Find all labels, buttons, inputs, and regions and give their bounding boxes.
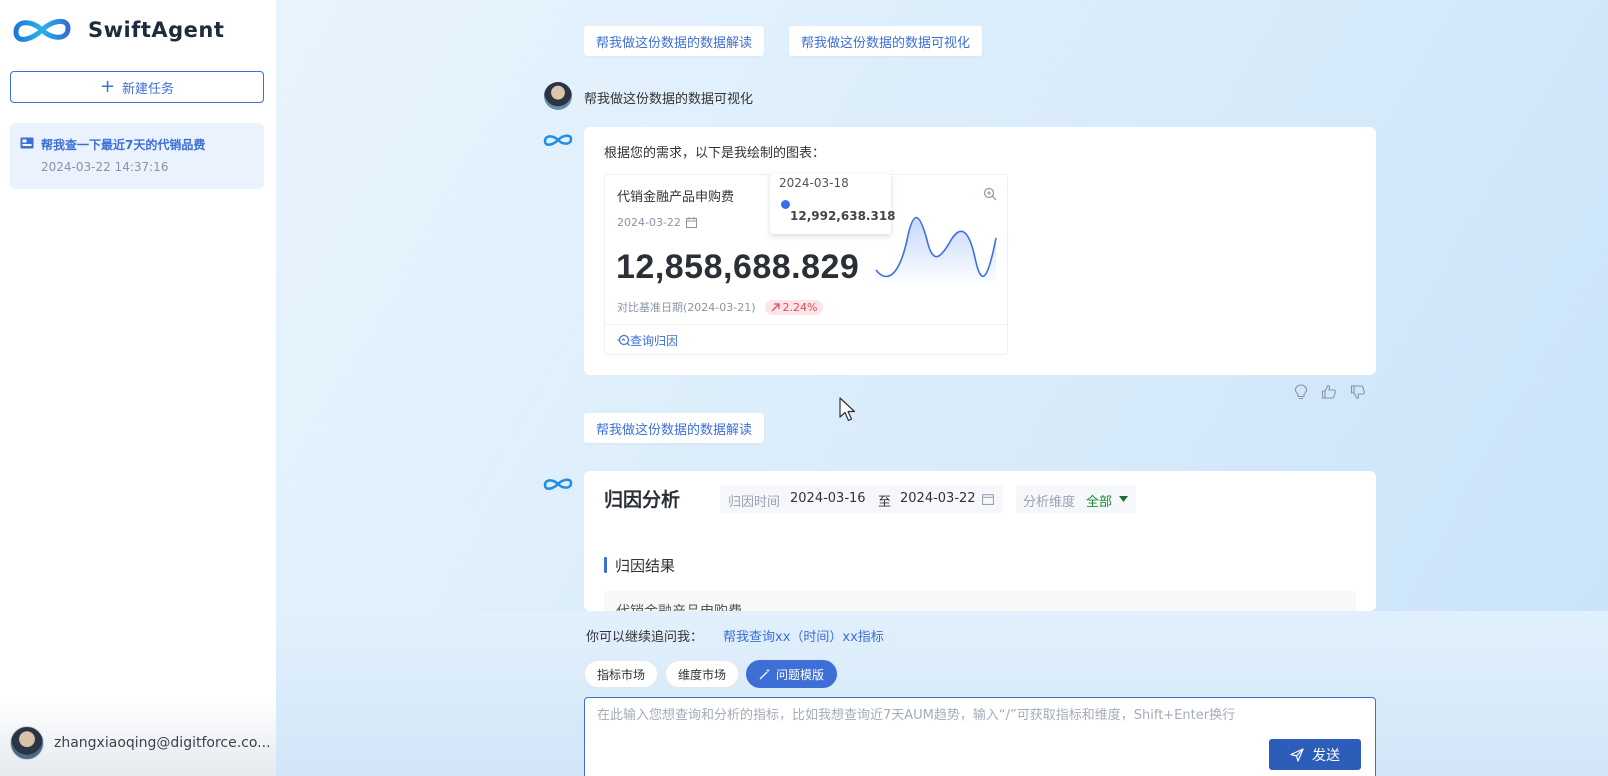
suggestion-chip-visualize[interactable]: 帮我做这份数据的数据可视化: [789, 26, 983, 56]
end-date: 2024-03-22: [900, 491, 976, 506]
thumbs-down-icon[interactable]: [1350, 384, 1366, 404]
calendar-icon: [685, 217, 697, 228]
metric-card: 代销金融产品申购费 2024-03-22 12,858,688.829 对比基准…: [604, 174, 1008, 355]
time-label: 归因时间: [728, 495, 781, 510]
attribution-card: 归因分析 归因时间 2024-03-16 至 2024-03-22 分析维度 全…: [584, 471, 1376, 611]
query-attribution-label: 查询归因: [630, 334, 679, 348]
tooltip-value: 12,992,638.318: [790, 209, 896, 223]
user-avatar: [544, 82, 572, 110]
send-icon: [1290, 747, 1304, 762]
feedback-actions: [1294, 384, 1366, 404]
caret-down-icon: [1119, 496, 1128, 502]
brand-name: SwiftAgent: [88, 18, 225, 42]
suggestion-chip-interpret[interactable]: 帮我做这份数据的数据解读: [584, 26, 765, 56]
avatar: [10, 726, 44, 760]
tooltip-marker: [781, 200, 790, 209]
suggestion-label: 帮我做这份数据的数据可视化: [801, 35, 971, 51]
change-badge: 2.24%: [764, 299, 824, 315]
followup-suggestion[interactable]: 帮我查询xx（时间）xx指标: [723, 626, 884, 645]
compare-label: 对比基准日期(2024-03-21): [617, 301, 756, 314]
date-range-picker[interactable]: 归因时间 2024-03-16 至 2024-03-22: [720, 485, 1003, 513]
attribution-title: 归因分析: [604, 489, 681, 511]
calendar-icon: [982, 494, 994, 505]
to-label: 至: [878, 495, 892, 510]
zoom-in-icon[interactable]: [983, 187, 997, 201]
suggestion-label: 帮我做这份数据的数据解读: [596, 35, 753, 51]
arrow-up-right-icon: [771, 302, 780, 311]
bot-logo-icon: [543, 478, 573, 490]
query-attribution-link[interactable]: 查询归因: [617, 332, 678, 349]
history-item-time: 2024-03-22 14:37:16: [41, 160, 169, 174]
metric-market-button[interactable]: 指标市场: [584, 660, 659, 688]
query-input[interactable]: [585, 698, 1375, 776]
new-task-button[interactable]: + 新建任务: [10, 71, 264, 103]
metric-value: 12,858,688.829: [616, 248, 860, 286]
user-profile[interactable]: zhangxiaoqing@digitforce.co...: [10, 726, 271, 760]
metric-compare: 对比基准日期(2024-03-21) 2.24%: [617, 299, 824, 315]
dimension-value: 全部: [1086, 495, 1113, 510]
metric-date[interactable]: 2024-03-22: [617, 216, 697, 229]
pill-label: 指标市场: [597, 667, 646, 682]
suggestion-chip-interpret-2[interactable]: 帮我做这份数据的数据解读: [584, 413, 765, 443]
chat-area: 帮我做这份数据的数据解读 帮我做这份数据的数据可视化 帮我做这份数据的数据可视化…: [276, 0, 1608, 776]
send-button[interactable]: 发送: [1269, 739, 1361, 770]
section-content: 代销金融产品申购费: [604, 591, 1356, 611]
change-value: 2.24%: [782, 300, 818, 314]
lightbulb-icon[interactable]: [1294, 384, 1308, 404]
pill-label: 问题模版: [776, 667, 825, 682]
metric-date-text: 2024-03-22: [617, 216, 681, 229]
send-label: 发送: [1312, 747, 1340, 764]
sparkline-area: [876, 217, 996, 286]
plus-icon: +: [99, 76, 116, 97]
bot-logo-icon: [543, 134, 573, 146]
dimension-market-button[interactable]: 维度市场: [665, 660, 740, 688]
input-area: 你可以继续追问我： 帮我查询xx（时间）xx指标 指标市场 维度市场 问题模版 …: [276, 611, 1608, 776]
question-template-button[interactable]: 问题模版: [746, 660, 838, 688]
section-marker: [604, 557, 607, 573]
user-email: zhangxiaoqing@digitforce.co...: [54, 735, 271, 751]
search-trend-icon: [617, 334, 630, 346]
infinity-logo-icon: [13, 19, 71, 42]
dimension-select[interactable]: 分析维度 全部: [1016, 485, 1136, 513]
followup-label: 你可以继续追问我：: [586, 630, 704, 645]
thumbs-up-icon[interactable]: [1321, 384, 1337, 404]
section-title: 归因结果: [615, 557, 676, 575]
magic-wand-icon: [759, 668, 770, 680]
chart-tooltip: 2024-03-18 12,992,638.318: [770, 174, 896, 234]
query-input-box: 发送: [584, 697, 1376, 776]
suggestion-label: 帮我做这份数据的数据解读: [596, 422, 753, 438]
pill-label: 维度市场: [678, 667, 727, 682]
sidebar: SwiftAgent + 新建任务 帮我查一下最近7天的代销品费 2024-03…: [0, 0, 276, 776]
tooltip-date: 2024-03-18: [779, 176, 849, 190]
section-content-text: 代销金融产品申购费: [616, 601, 742, 611]
user-message: 帮我做这份数据的数据可视化: [584, 92, 754, 107]
metric-title: 代销金融产品申购费: [617, 190, 735, 205]
history-item-title: 帮我查一下最近7天的代销品费: [41, 138, 206, 152]
mouse-cursor-icon: [839, 397, 856, 422]
start-date: 2024-03-16: [790, 491, 866, 506]
history-item[interactable]: 帮我查一下最近7天的代销品费 2024-03-22 14:37:16: [10, 123, 264, 189]
new-task-label: 新建任务: [122, 81, 175, 97]
bot-intro-text: 根据您的需求，以下是我绘制的图表：: [604, 146, 826, 161]
dimension-label: 分析维度: [1023, 495, 1076, 510]
chart-icon: [20, 137, 34, 149]
divider: [605, 324, 1007, 325]
logo: SwiftAgent: [10, 14, 224, 46]
bot-chart-message: 根据您的需求，以下是我绘制的图表： 代销金融产品申购费 2024-03-22 1…: [584, 127, 1376, 375]
